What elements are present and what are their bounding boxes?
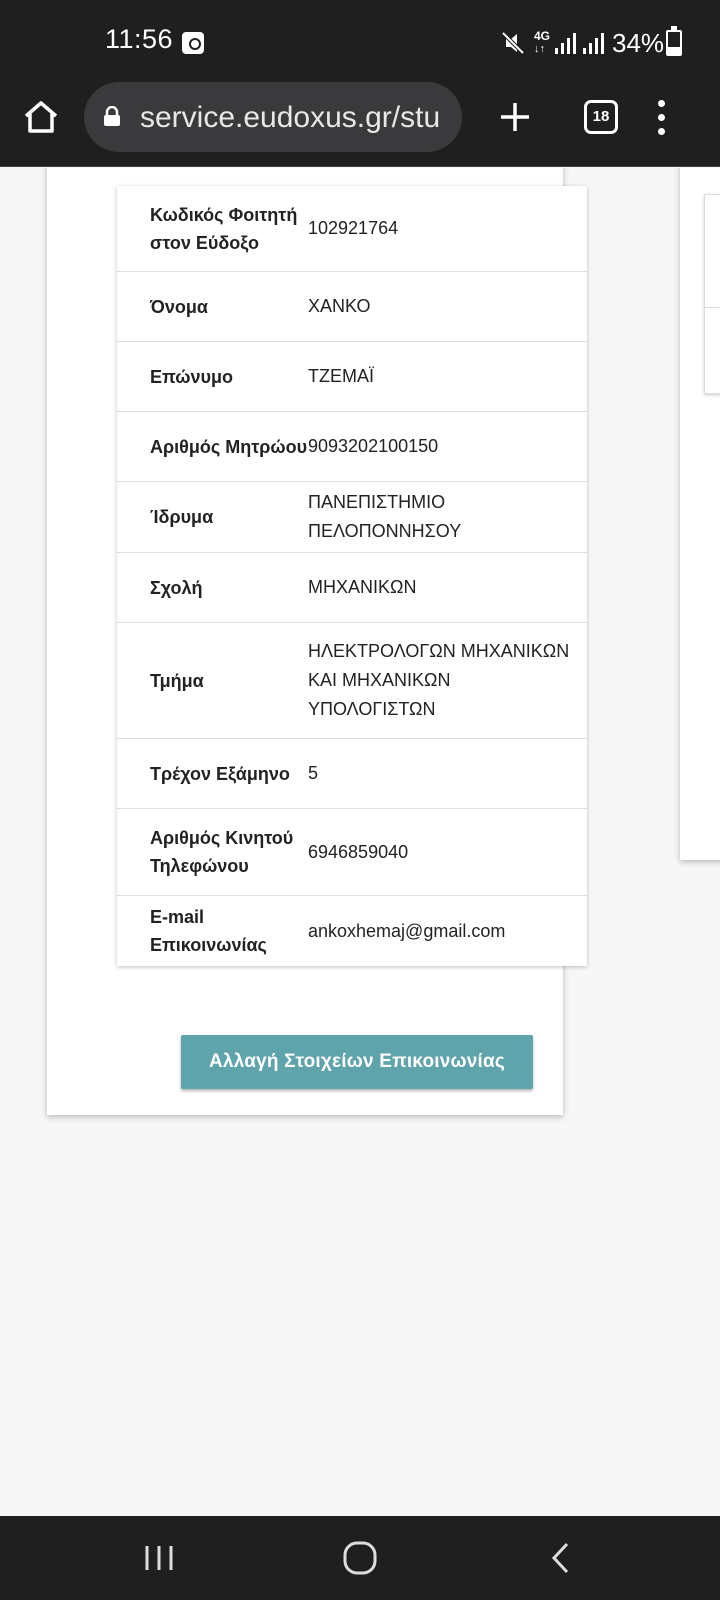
row-value: ΤΖΕΜΑΪ [308, 366, 374, 386]
row-value: ΗΛΕΚΤΡΟΛΟΓΩΝ ΜΗΧΑΝΙΚΩΝ ΚΑΙ ΜΗΧΑΝΙΚΩΝ ΥΠΟ… [308, 641, 570, 719]
row-label: Αριθμός Κινητού Τηλεφώνου [150, 828, 294, 876]
back-icon[interactable] [540, 1536, 584, 1580]
student-info-card: Κωδικός Φοιτητή στον Εύδοξο 102921764 Όν… [47, 168, 587, 1115]
status-time: 11:56 [105, 24, 174, 54]
table-row: Επώνυμο ΤΖΕΜΑΪ [117, 342, 587, 412]
recent-apps-icon[interactable] [137, 1536, 181, 1580]
row-label: Σχολή [150, 577, 203, 598]
battery-icon [666, 26, 682, 56]
row-label: Κωδικός Φοιτητή στον Εύδοξο [150, 204, 298, 253]
system-nav-bar [0, 1516, 720, 1600]
tabs-icon[interactable]: 18 [584, 100, 618, 134]
row-value: 102921764 [308, 218, 399, 238]
signal-icon-2 [583, 33, 604, 54]
row-value: ankoxhemaj@gmail.com [308, 920, 506, 941]
row-value: ΠΑΝΕΠΙΣΤΗΜΙΟ ΠΕΛΟΠΟΝΝΗΣΟΥ [308, 492, 462, 541]
screenshot-icon [182, 32, 204, 54]
table-row: Ίδρυμα ΠΑΝΕΠΙΣΤΗΜΙΟ ΠΕΛΟΠΟΝΝΗΣΟΥ [117, 482, 587, 553]
address-bar[interactable]: service.eudoxus.gr/stu [84, 82, 462, 152]
table-row: Σχολή ΜΗΧΑΝΙΚΩΝ [117, 553, 587, 623]
row-value: ΜΗΧΑΝΙΚΩΝ [308, 577, 417, 597]
lock-icon [104, 106, 120, 126]
table-row: Κωδικός Φοιτητή στον Εύδοξο 102921764 [117, 186, 587, 272]
home-icon[interactable] [18, 94, 64, 140]
row-label: Τμήμα [150, 670, 204, 691]
row-label: Επώνυμο [150, 366, 233, 387]
network-4g-icon: 4G ↓↑ [534, 29, 551, 55]
side-card-table-partial [704, 194, 720, 394]
change-contact-button[interactable]: Αλλαγή Στοιχείων Επικοινωνίας [181, 1035, 533, 1089]
page-content: Κωδικός Φοιτητή στον Εύδοξο 102921764 Όν… [0, 168, 720, 1516]
row-label: Αριθμός Μητρώου [150, 436, 308, 457]
signal-icon [555, 33, 576, 54]
row-value: 5 [308, 763, 319, 783]
row-value: 6946859040 [308, 841, 409, 862]
table-row: Αριθμός Κινητού Τηλεφώνου 6946859040 [117, 809, 587, 896]
url-text: service.eudoxus.gr/stu [140, 101, 441, 134]
home-nav-icon[interactable] [338, 1536, 382, 1580]
table-row: Αριθμός Μητρώου 9093202100150 [117, 412, 587, 482]
battery-percentage: 34% [612, 28, 665, 58]
row-value: 9093202100150 [308, 436, 439, 456]
table-row: Όνομα ΧΑΝΚΟ [117, 272, 587, 342]
row-value: ΧΑΝΚΟ [308, 296, 371, 316]
table-row: E-mail Επικοινωνίας ankoxhemaj@gmail.com [117, 896, 587, 966]
browser-toolbar: service.eudoxus.gr/stu 18 [0, 80, 720, 167]
add-tab-icon[interactable] [492, 94, 538, 140]
row-label: Όνομα [150, 296, 208, 317]
table-row: Τρέχον Εξάμηνο 5 [117, 739, 587, 809]
mute-icon [501, 31, 525, 55]
row-label: E-mail Επικοινωνίας [150, 907, 267, 955]
more-menu-icon[interactable] [654, 96, 668, 140]
row-label: Ίδρυμα [150, 507, 214, 527]
table-row: Τμήμα ΗΛΕΚΤΡΟΛΟΓΩΝ ΜΗΧΑΝΙΚΩΝ ΚΑΙ ΜΗΧΑΝΙΚ… [117, 623, 587, 739]
status-bar: 11:56 4G ↓↑ 34% [0, 0, 720, 80]
student-info-table: Κωδικός Φοιτητή στον Εύδοξο 102921764 Όν… [117, 186, 587, 966]
row-label: Τρέχον Εξάμηνο [150, 763, 290, 784]
